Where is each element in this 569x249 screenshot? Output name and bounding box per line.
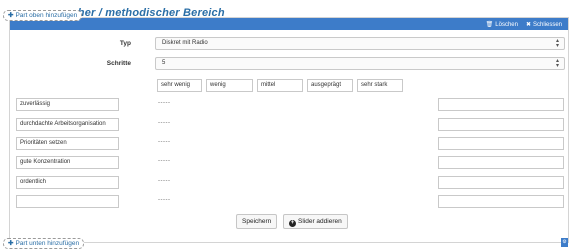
select-caret-icon: ▴ ▾ [555, 38, 559, 49]
slider-track-2: ----- [158, 120, 171, 126]
close-button[interactable]: ✖ Schliessen [526, 21, 562, 28]
right-label-input-5[interactable] [438, 176, 564, 189]
left-label-input-1[interactable]: zuverlässig [16, 98, 119, 111]
add-slider-label: Slider addieren [298, 218, 342, 225]
right-label-input-2[interactable] [438, 118, 564, 131]
panel-header: 🗑 Löschen ✖ Schliessen [10, 18, 568, 30]
trash-icon: 🗑 [485, 21, 494, 28]
add-slider-button[interactable]: + Slider addieren [283, 214, 348, 229]
delete-button[interactable]: 🗑 Löschen [486, 21, 518, 28]
close-label: Schliessen [532, 21, 562, 28]
left-label-input-3[interactable]: Prioritäten setzen [16, 137, 119, 150]
left-label-input-6[interactable] [16, 195, 119, 208]
delete-label: Löschen [495, 21, 518, 28]
add-part-above-label: Part oben hinzufügen [15, 12, 78, 19]
steps-select[interactable]: 5 ▴ ▾ [155, 57, 565, 70]
select-caret-icon: ▴ ▾ [555, 58, 559, 69]
right-label-input-4[interactable] [438, 156, 564, 169]
slider-track-6: ----- [158, 197, 171, 203]
left-label-input-2[interactable]: durchdachte Arbeitsorganisation [16, 118, 119, 131]
add-part-below-label: Part unten hinzufügen [15, 240, 80, 247]
left-label-input-5[interactable]: ordentlich [16, 176, 119, 189]
right-label-input-6[interactable] [438, 195, 564, 208]
save-button[interactable]: Speichern [236, 214, 278, 229]
add-part-above-button[interactable]: ✚ Part oben hinzufügen [3, 10, 83, 21]
plus-icon: ✚ [8, 12, 14, 19]
right-label-input-1[interactable] [438, 98, 564, 111]
scale-label-input-1[interactable]: sehr wenig [157, 79, 202, 92]
type-label: Typ [119, 40, 131, 47]
close-icon: ✖ [525, 21, 531, 28]
plus-icon: ✚ [8, 240, 14, 247]
left-label-input-4[interactable]: gute Konzentration [16, 156, 119, 169]
scale-label-input-3[interactable]: mittel [257, 79, 303, 92]
steps-label: Schritte [106, 60, 131, 67]
corner-settings-icon[interactable]: ⚙ [561, 238, 568, 247]
slider-track-4: ----- [158, 158, 171, 164]
scale-label-input-5[interactable]: sehr stark [357, 79, 403, 92]
plus-circle-icon: + [289, 220, 296, 227]
scale-label-input-4[interactable]: ausgeprägt [307, 79, 353, 92]
type-select[interactable]: Diskret mit Radio ▴ ▾ [155, 37, 565, 50]
slider-track-1: ----- [158, 100, 171, 106]
steps-select-value: 5 [162, 60, 166, 66]
slider-track-3: ----- [158, 139, 171, 145]
slider-track-5: ----- [158, 178, 171, 184]
scale-label-input-2[interactable]: wenig [206, 79, 253, 92]
add-part-below-button[interactable]: ✚ Part unten hinzufügen [3, 238, 85, 249]
right-label-input-3[interactable] [438, 137, 564, 150]
type-select-value: Diskret mit Radio [162, 40, 208, 46]
